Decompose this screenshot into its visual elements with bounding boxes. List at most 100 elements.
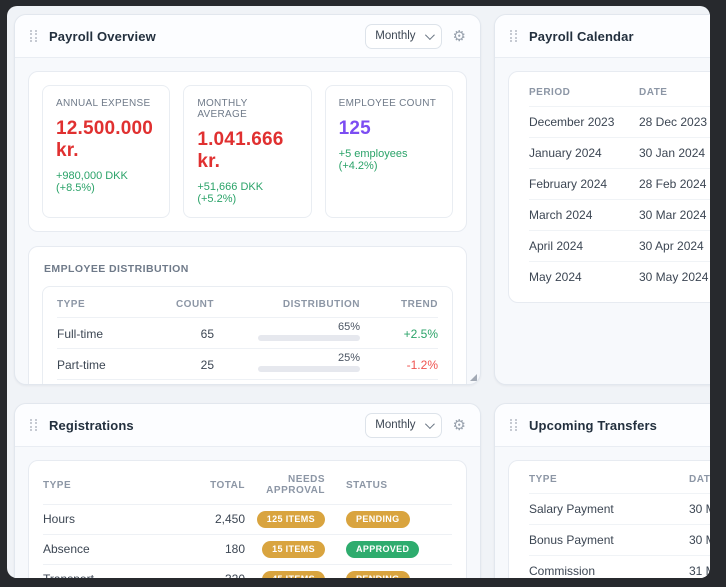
period-cell: January 2024 <box>529 146 639 160</box>
period-cell: March 2024 <box>529 208 639 222</box>
approval-badge: 45 ITEMS <box>262 571 325 578</box>
column-header-total: TOTAL <box>161 480 245 491</box>
payroll-overview-header: Payroll Overview Monthly ⚙ <box>15 15 480 58</box>
registration-type: Absence <box>43 542 161 556</box>
payroll-calendar-panel: Payroll Calendar PERIOD DATE December 20… <box>494 14 710 385</box>
stat-value: 125 <box>339 118 439 140</box>
section-label: EMPLOYEE DISTRIBUTION <box>44 263 451 275</box>
panel-title: Upcoming Transfers <box>529 418 657 433</box>
registrations-panel: Registrations Monthly ⚙ TYPE TOTAL NEEDS… <box>14 403 481 578</box>
upcoming-transfers-panel: Upcoming Transfers TYPE DATE Salary Paym… <box>494 403 710 578</box>
stat-card-employee-count: EMPLOYEE COUNT 125 +5 employees (+4.2%) <box>325 85 453 218</box>
stat-card-annual-expense: ANNUAL EXPENSE 12.500.000 kr. +980,000 D… <box>42 85 170 218</box>
upcoming-transfers-body: TYPE DATE Salary Payment 30 Mar Bonus Pa… <box>495 447 710 578</box>
registration-row: Transport 320 45 ITEMS PENDING <box>43 564 452 578</box>
approval-badge: 125 ITEMS <box>257 511 325 528</box>
percent-label: 65% <box>338 321 360 333</box>
date-cell: 28 Dec 2023 <box>639 115 710 129</box>
column-header-status: STATUS <box>346 480 452 491</box>
period-cell: April 2024 <box>529 239 639 253</box>
employee-count: 25 <box>160 359 214 372</box>
period-select[interactable]: Monthly <box>365 24 441 49</box>
transfer-date: 30 Mar <box>689 502 710 516</box>
registrations-body: TYPE TOTAL NEEDS APPROVAL STATUS Hours 2… <box>15 447 480 578</box>
stat-card-monthly-average: MONTHLY AVERAGE 1.041.666 kr. +51,666 DK… <box>183 85 311 218</box>
date-cell: 28 Feb 2024 <box>639 177 710 191</box>
stat-delta: +51,666 DKK (+5.2%) <box>197 181 297 205</box>
transfer-row: Salary Payment 30 Mar <box>529 493 710 524</box>
gear-icon[interactable]: ⚙ <box>453 29 466 44</box>
date-cell: 30 Apr 2024 <box>639 239 710 253</box>
chevron-down-icon <box>425 419 435 429</box>
column-header-distribution: DISTRIBUTION <box>238 299 360 310</box>
period-select-value: Monthly <box>375 419 415 431</box>
dashboard-window: Payroll Overview Monthly ⚙ ANNUAL EXPENS… <box>7 6 710 578</box>
trend-value: +2.5% <box>360 328 438 341</box>
stat-delta: +5 employees (+4.2%) <box>339 148 439 172</box>
period-cell: December 2023 <box>529 115 639 129</box>
status-badge: PENDING <box>346 571 410 578</box>
drag-handle-icon[interactable] <box>29 419 38 432</box>
drag-handle-icon[interactable] <box>509 419 518 432</box>
calendar-row: January 2024 30 Jan 2024 <box>529 137 710 168</box>
column-header-type: TYPE <box>57 299 160 310</box>
column-header-trend: TREND <box>360 299 438 310</box>
percent-label: 25% <box>338 352 360 364</box>
transfers-table-header: TYPE DATE <box>529 465 710 493</box>
drag-handle-icon[interactable] <box>509 30 518 43</box>
registrations-table: TYPE TOTAL NEEDS APPROVAL STATUS Hours 2… <box>28 460 467 578</box>
registration-row: Hours 2,450 125 ITEMS PENDING <box>43 504 452 534</box>
column-header-date: DATE <box>689 474 710 485</box>
panel-title: Payroll Overview <box>49 29 156 44</box>
calendar-table: PERIOD DATE December 2023 28 Dec 2023 Ja… <box>508 71 710 303</box>
approval-badge: 15 ITEMS <box>262 541 325 558</box>
date-cell: 30 Jan 2024 <box>639 146 710 160</box>
registration-type: Transport <box>43 572 161 578</box>
distribution-row: Full-time 65 65% +2.5% <box>57 317 438 348</box>
stat-value: 12.500.000 kr. <box>56 118 156 162</box>
drag-handle-icon[interactable] <box>29 30 38 43</box>
stats-container: ANNUAL EXPENSE 12.500.000 kr. +980,000 D… <box>28 71 467 232</box>
transfer-type: Bonus Payment <box>529 533 689 547</box>
registration-total: 320 <box>161 572 245 578</box>
column-header-date: DATE <box>639 87 710 98</box>
payroll-overview-body: ANNUAL EXPENSE 12.500.000 kr. +980,000 D… <box>15 58 480 385</box>
upcoming-transfers-header: Upcoming Transfers <box>495 404 710 447</box>
distribution-bar <box>258 335 360 341</box>
period-select[interactable]: Monthly <box>365 413 441 438</box>
date-cell: 30 Mar 2024 <box>639 208 710 222</box>
status-badge: PENDING <box>346 511 410 528</box>
registration-type: Hours <box>43 512 161 526</box>
stat-label: MONTHLY AVERAGE <box>197 98 297 120</box>
distribution-row: Freelancers 10 10% +5% <box>57 379 438 385</box>
chevron-down-icon <box>425 30 435 40</box>
registration-total: 2,450 <box>161 512 245 526</box>
transfer-type: Salary Payment <box>529 502 689 516</box>
transfer-row: Commission 31 Mar <box>529 555 710 578</box>
column-header-type: TYPE <box>529 474 689 485</box>
calendar-row: February 2024 28 Feb 2024 <box>529 168 710 199</box>
column-header-count: COUNT <box>160 299 214 310</box>
percent-label: 10% <box>338 383 360 385</box>
employee-type: Full-time <box>57 328 160 341</box>
period-cell: February 2024 <box>529 177 639 191</box>
column-header-type: TYPE <box>43 480 161 491</box>
column-header-approval: NEEDS APPROVAL <box>245 474 325 496</box>
payroll-calendar-body: PERIOD DATE December 2023 28 Dec 2023 Ja… <box>495 58 710 316</box>
registration-row: Absence 180 15 ITEMS APPROVED <box>43 534 452 564</box>
registrations-table-header: TYPE TOTAL NEEDS APPROVAL STATUS <box>43 465 452 504</box>
transfer-row: Bonus Payment 30 Mar <box>529 524 710 555</box>
transfer-date: 30 Mar <box>689 533 710 547</box>
registrations-header: Registrations Monthly ⚙ <box>15 404 480 447</box>
gear-icon[interactable]: ⚙ <box>453 418 466 433</box>
period-cell: May 2024 <box>529 270 639 284</box>
column-header-period: PERIOD <box>529 87 639 98</box>
distribution-row: Part-time 25 25% -1.2% <box>57 348 438 379</box>
payroll-calendar-header: Payroll Calendar <box>495 15 710 58</box>
stat-value: 1.041.666 kr. <box>197 129 297 173</box>
stat-delta: +980,000 DKK (+8.5%) <box>56 170 156 194</box>
payroll-overview-panel: Payroll Overview Monthly ⚙ ANNUAL EXPENS… <box>14 14 481 385</box>
transfers-table: TYPE DATE Salary Payment 30 Mar Bonus Pa… <box>508 460 710 578</box>
registration-total: 180 <box>161 542 245 556</box>
employee-type: Part-time <box>57 359 160 372</box>
